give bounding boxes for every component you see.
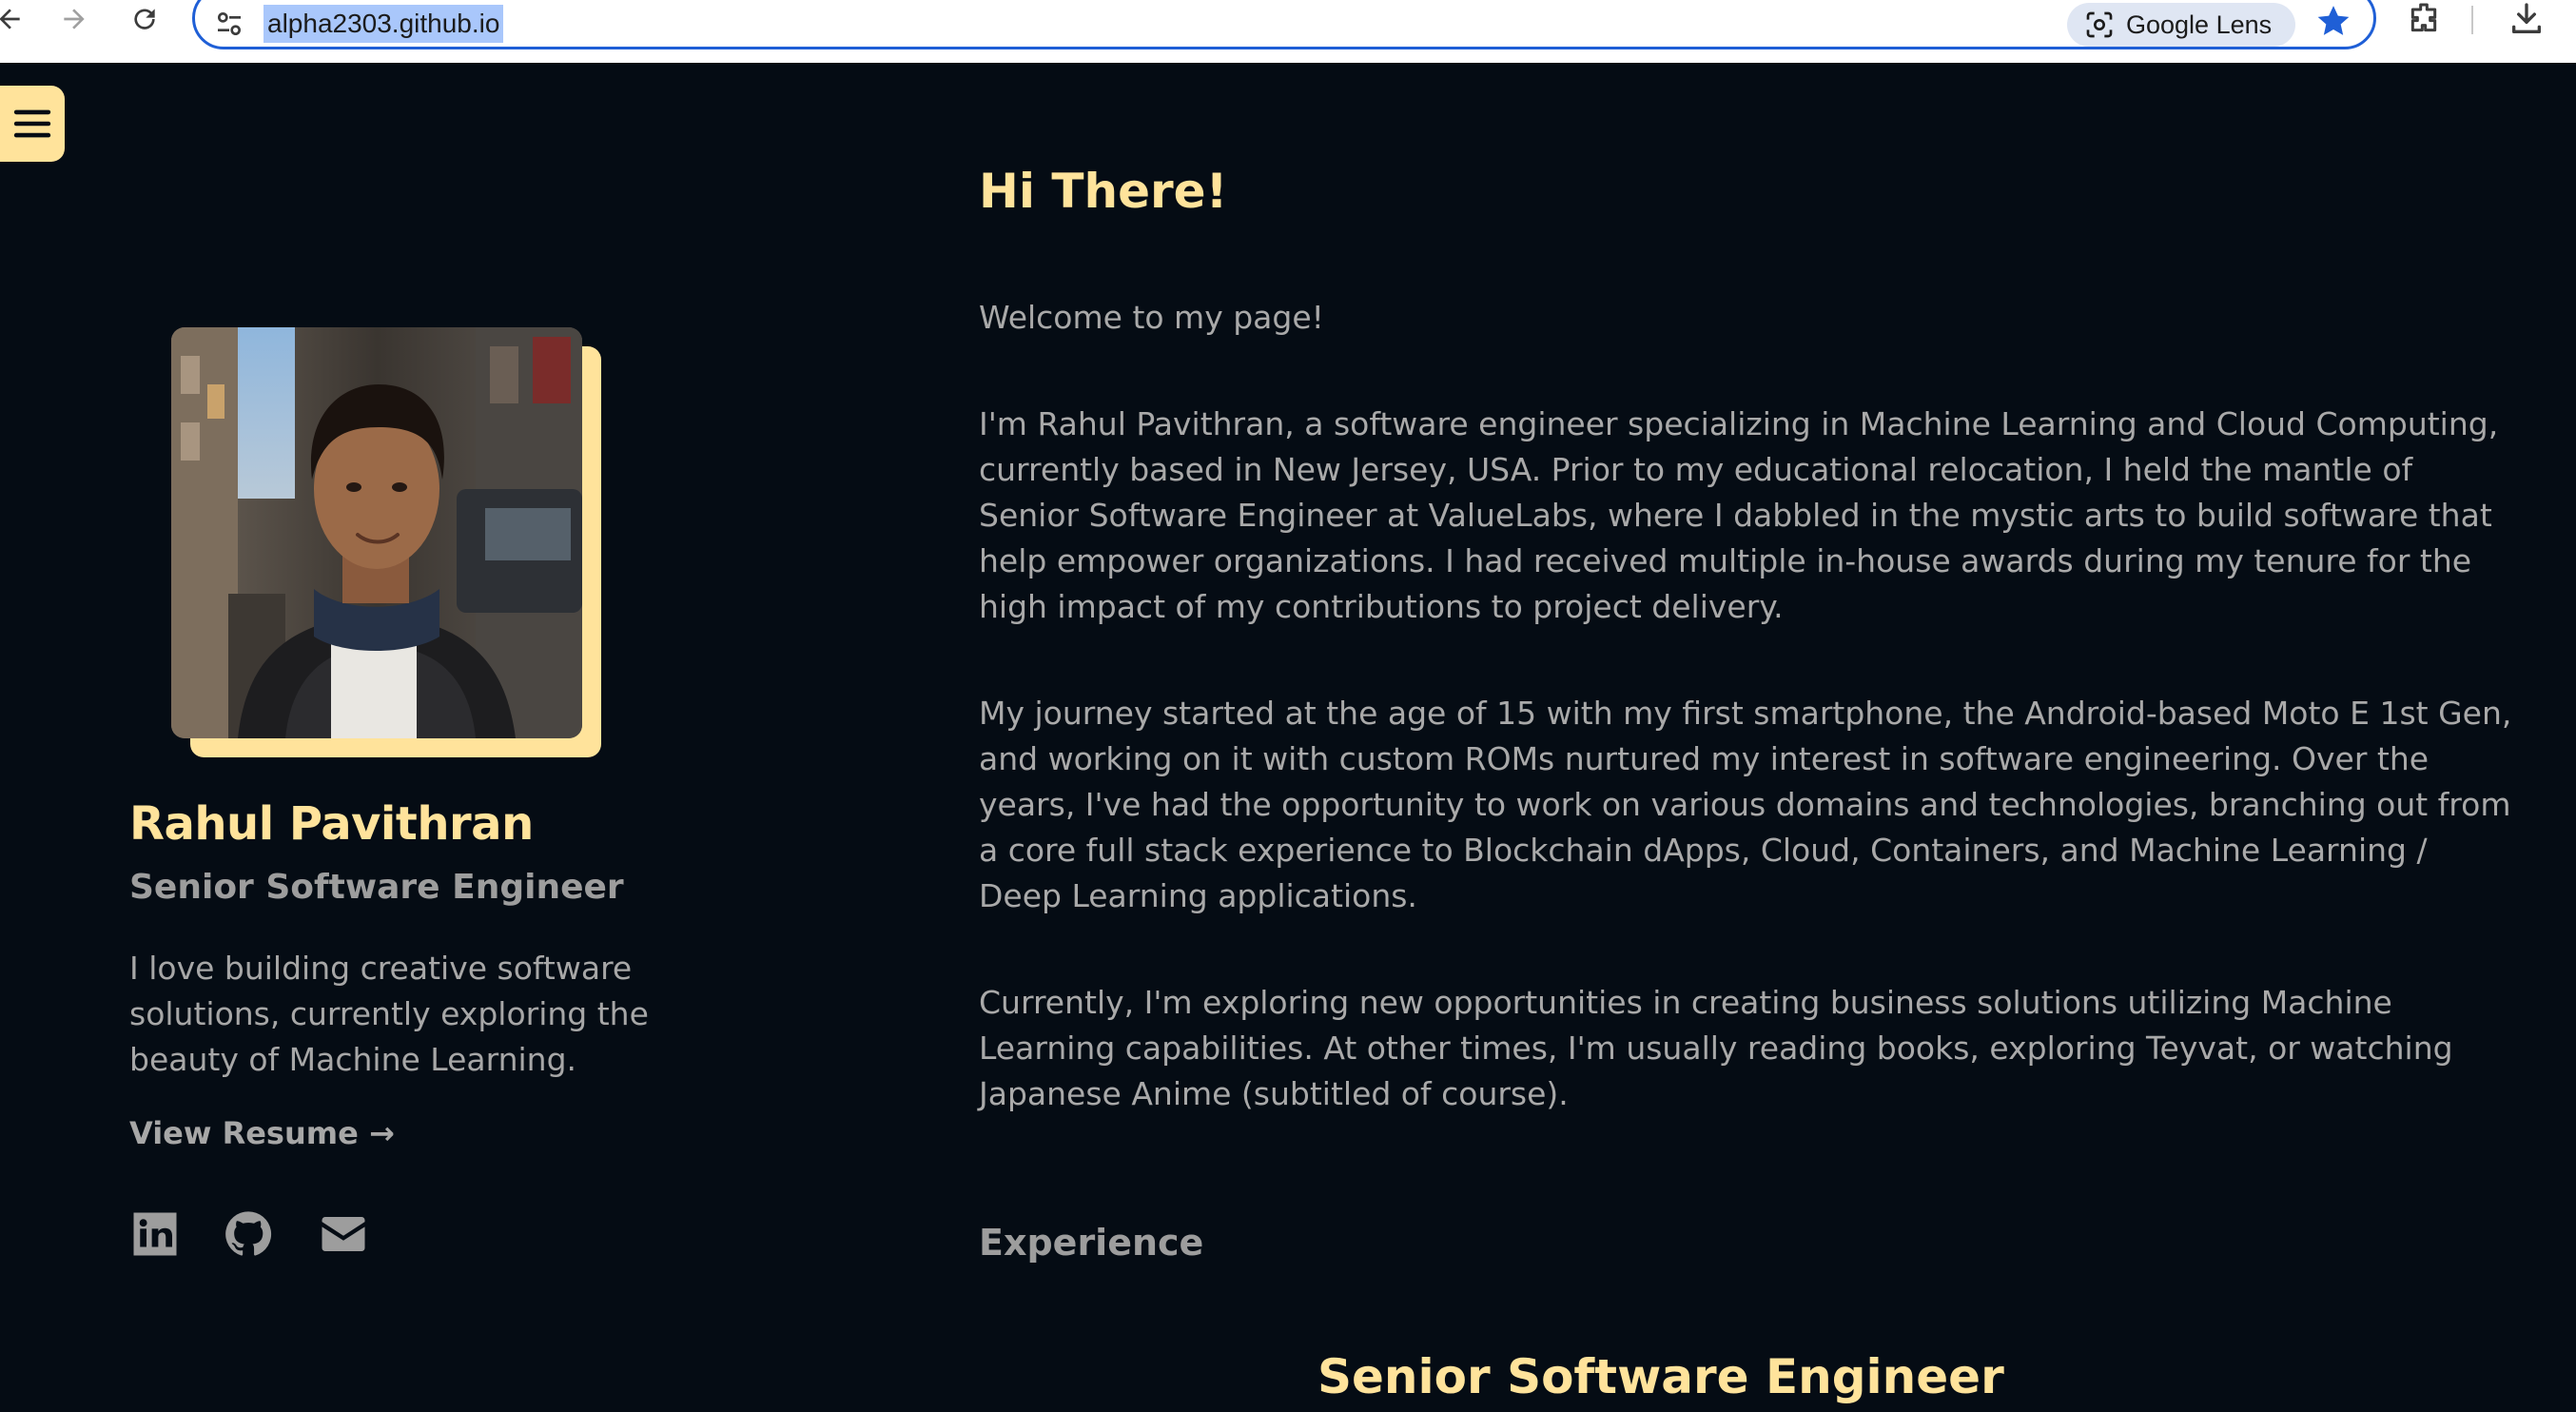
- url-text[interactable]: alpha2303.github.io: [263, 5, 504, 43]
- menu-toggle-button[interactable]: [0, 86, 65, 162]
- view-resume-link[interactable]: View Resume →: [129, 1115, 395, 1151]
- profile-role: Senior Software Engineer: [129, 868, 624, 907]
- greeting-heading: Hi There!: [979, 164, 1228, 219]
- email-icon: [322, 1217, 365, 1251]
- reload-icon: [134, 9, 155, 29]
- back-button[interactable]: [0, 0, 32, 38]
- hamburger-icon: [13, 109, 51, 138]
- site-settings-icon[interactable]: [214, 9, 244, 39]
- google-lens-label: Google Lens: [2126, 10, 2273, 39]
- email-link[interactable]: [318, 1208, 369, 1260]
- welcome-paragraph: Welcome to my page!: [979, 299, 1324, 336]
- reload-button[interactable]: [122, 0, 167, 38]
- linkedin-icon: [133, 1212, 177, 1256]
- experience-heading: Experience: [979, 1222, 1204, 1264]
- arrow-right-icon: [64, 9, 85, 29]
- profile-photo: [171, 327, 582, 738]
- journey-paragraph: My journey started at the age of 15 with…: [979, 695, 2512, 914]
- profile-bio: I love building creative software soluti…: [129, 950, 649, 1078]
- browser-toolbar: alpha2303.github.io Google Lens: [0, 0, 2576, 63]
- experience-job-title: Senior Software Engineer: [1317, 1349, 2004, 1404]
- extensions-icon[interactable]: [2405, 0, 2443, 38]
- toolbar-divider: [2471, 6, 2473, 34]
- google-lens-button[interactable]: Google Lens: [2067, 3, 2295, 47]
- current-paragraph: Currently, I'm exploring new opportuniti…: [979, 984, 2453, 1112]
- lens-icon: [2086, 11, 2113, 38]
- download-icon[interactable]: [2508, 0, 2546, 38]
- github-link[interactable]: [223, 1208, 274, 1260]
- arrow-left-icon: [0, 9, 20, 29]
- github-icon: [225, 1211, 272, 1256]
- intro-paragraph: I'm Rahul Pavithran, a software engineer…: [979, 405, 2499, 625]
- address-bar[interactable]: alpha2303.github.io Google Lens: [192, 0, 2376, 49]
- linkedin-link[interactable]: [129, 1208, 181, 1260]
- bookmark-star-icon[interactable]: [2314, 2, 2352, 40]
- forward-button[interactable]: [51, 0, 97, 38]
- profile-name: Rahul Pavithran: [129, 797, 534, 851]
